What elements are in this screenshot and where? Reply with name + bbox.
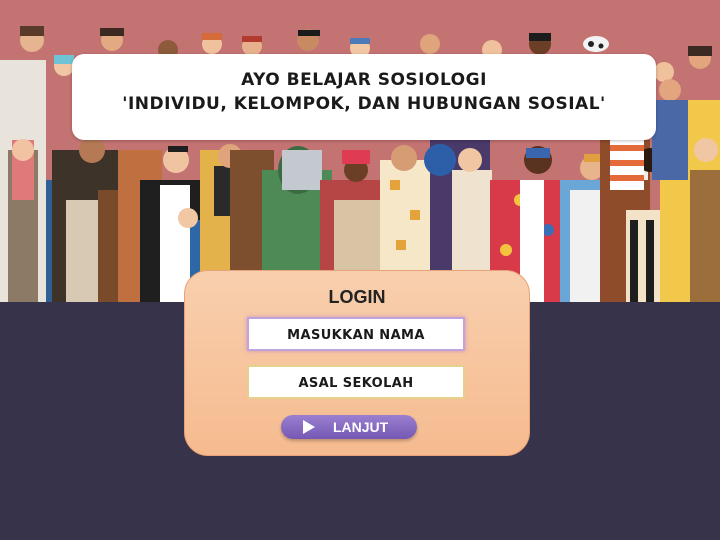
lanjut-button[interactable]: LANJUT	[281, 415, 417, 439]
lanjut-button-label: LANJUT	[333, 419, 389, 435]
login-heading: LOGIN	[328, 287, 386, 307]
page-title: AYO BELAJAR SOSIOLOGI	[241, 70, 487, 90]
crowd-illustration	[0, 0, 720, 302]
name-input[interactable]: MASUKKAN NAMA	[247, 317, 465, 351]
play-icon	[303, 420, 315, 434]
page-subtitle: 'INDIVIDU, KELOMPOK, DAN HUBUNGAN SOSIAL…	[122, 94, 606, 114]
title-banner: AYO BELAJAR SOSIOLOGI 'INDIVIDU, KELOMPO…	[72, 54, 656, 140]
login-card: LOGIN MASUKKAN NAMA ASAL SEKOLAH LANJUT	[184, 270, 530, 456]
school-input[interactable]: ASAL SEKOLAH	[247, 365, 465, 399]
